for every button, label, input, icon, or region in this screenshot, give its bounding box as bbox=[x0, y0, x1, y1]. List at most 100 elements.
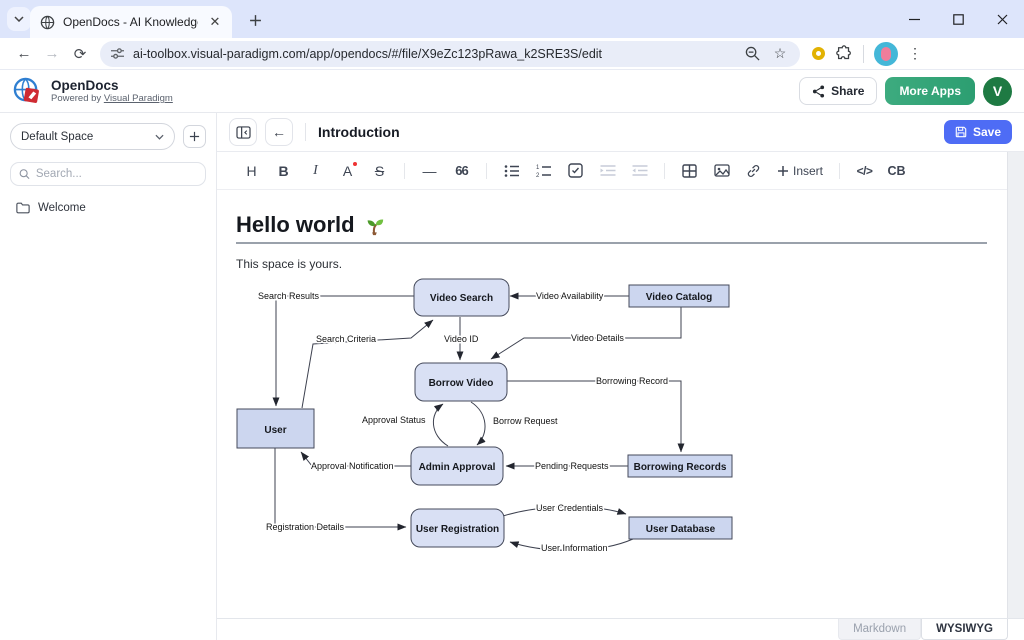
browser-window: OpenDocs - AI Knowledge Base ✕ ← → ⟳ ai-… bbox=[0, 0, 1024, 640]
image-button[interactable] bbox=[711, 160, 732, 182]
node-label: User bbox=[264, 425, 286, 436]
link-button[interactable] bbox=[743, 160, 764, 182]
search-icon bbox=[19, 168, 30, 180]
close-icon bbox=[997, 14, 1008, 25]
edge-label: Pending Requests bbox=[535, 461, 609, 471]
numbered-list-icon: 12 bbox=[536, 164, 552, 178]
code-block-button[interactable]: CB bbox=[886, 160, 907, 182]
heading-button[interactable]: H bbox=[241, 160, 262, 182]
more-apps-button[interactable]: More Apps bbox=[885, 77, 975, 105]
browser-tab[interactable]: OpenDocs - AI Knowledge Base ✕ bbox=[30, 6, 232, 38]
bold-button[interactable]: B bbox=[273, 160, 294, 182]
tab-search-button[interactable] bbox=[7, 7, 31, 31]
insert-button[interactable]: Insert bbox=[775, 164, 825, 178]
heading-text: Hello world bbox=[236, 212, 355, 238]
sidebar-item-welcome[interactable]: Welcome bbox=[10, 198, 206, 218]
horizontal-rule-button[interactable]: — bbox=[419, 160, 440, 182]
seedling-emoji bbox=[363, 214, 385, 236]
link-icon bbox=[746, 164, 761, 178]
node-label: Borrowing Records bbox=[634, 462, 727, 473]
edge-borrow-request bbox=[471, 402, 485, 445]
extension-badge-icon[interactable] bbox=[812, 47, 825, 60]
italic-button[interactable]: I bbox=[305, 160, 326, 182]
back-nav-button[interactable]: ← bbox=[265, 118, 293, 146]
edge-label: User Credentials bbox=[536, 503, 604, 513]
indent-button[interactable] bbox=[597, 160, 618, 182]
editor-status-bar: Markdown WYSIWYG bbox=[217, 618, 1024, 640]
save-floppy-icon bbox=[955, 126, 967, 138]
edge-label: Borrow Request bbox=[493, 416, 558, 426]
plus-icon bbox=[777, 165, 789, 177]
url-field[interactable]: ai-toolbox.visual-paradigm.com/app/opend… bbox=[100, 41, 800, 67]
minimize-button[interactable] bbox=[892, 0, 936, 38]
folder-icon bbox=[16, 202, 30, 214]
bookmark-star-icon[interactable]: ☆ bbox=[770, 44, 790, 64]
close-button[interactable] bbox=[980, 0, 1024, 38]
editor-content[interactable]: Hello world This space is yours. bbox=[217, 190, 1007, 618]
node-label: Admin Approval bbox=[419, 462, 496, 473]
table-button[interactable] bbox=[679, 160, 700, 182]
text-color-label: A bbox=[343, 163, 352, 179]
edge-label: Approval Notification bbox=[311, 461, 394, 471]
toggle-sidebar-button[interactable] bbox=[229, 118, 257, 146]
sidebar: Default Space Welcome Introduction bbox=[0, 113, 217, 640]
save-button[interactable]: Save bbox=[944, 120, 1012, 144]
task-list-button[interactable] bbox=[565, 160, 586, 182]
space-selector-row: Default Space bbox=[0, 113, 216, 158]
outdent-button[interactable] bbox=[629, 160, 650, 182]
user-avatar[interactable]: V bbox=[983, 77, 1012, 106]
svg-text:2: 2 bbox=[536, 173, 540, 178]
numbered-list-button[interactable]: 12 bbox=[533, 160, 554, 182]
browser-tabstrip: OpenDocs - AI Knowledge Base ✕ bbox=[0, 0, 1024, 38]
edge-registration-details bbox=[275, 448, 406, 527]
strikethrough-button[interactable]: S bbox=[369, 160, 390, 182]
blockquote-button[interactable]: 66 bbox=[451, 160, 472, 182]
brand-text: OpenDocs Powered by Visual Paradigm bbox=[51, 78, 173, 104]
outdent-icon bbox=[632, 164, 648, 177]
share-button[interactable]: Share bbox=[799, 77, 877, 105]
app-brand: OpenDocs Powered by Visual Paradigm bbox=[12, 76, 173, 107]
new-tab-button[interactable] bbox=[244, 9, 266, 31]
browser-profile-avatar[interactable] bbox=[874, 42, 898, 66]
edge-label: Search Results bbox=[258, 291, 320, 301]
text-color-button[interactable]: A bbox=[337, 160, 358, 182]
zoom-out-icon[interactable] bbox=[742, 44, 762, 64]
window-controls bbox=[892, 0, 1024, 38]
reload-button[interactable]: ⟳ bbox=[66, 40, 94, 68]
table-icon bbox=[682, 164, 697, 178]
plus-icon bbox=[189, 131, 200, 142]
tab-title: OpenDocs - AI Knowledge Base bbox=[63, 15, 198, 29]
extensions-puzzle-icon[interactable] bbox=[835, 45, 853, 63]
space-selector[interactable]: Default Space bbox=[10, 123, 175, 150]
search-input[interactable] bbox=[36, 168, 197, 180]
tab-markdown[interactable]: Markdown bbox=[838, 619, 921, 640]
browser-menu-icon[interactable]: ⋮ bbox=[908, 45, 922, 62]
insert-label: Insert bbox=[793, 164, 823, 178]
share-label: Share bbox=[831, 84, 864, 98]
image-icon bbox=[714, 164, 730, 177]
edge-approval-status bbox=[433, 404, 448, 446]
powered-by-prefix: Powered by bbox=[51, 93, 104, 104]
maximize-icon bbox=[953, 14, 964, 25]
opendocs-logo-icon bbox=[12, 76, 43, 107]
tab-wysiwyg[interactable]: WYSIWYG bbox=[921, 619, 1008, 640]
dataflow-diagram: Video Search Video Catalog Borrow Video … bbox=[236, 274, 756, 564]
back-button[interactable]: ← bbox=[10, 40, 38, 68]
color-dot-icon bbox=[353, 162, 357, 166]
powered-by: Powered by Visual Paradigm bbox=[51, 93, 173, 104]
inline-code-button[interactable]: </> bbox=[854, 160, 875, 182]
document-heading: Hello world bbox=[236, 212, 987, 244]
node-label: Video Search bbox=[430, 293, 493, 304]
visual-paradigm-link[interactable]: Visual Paradigm bbox=[104, 93, 173, 104]
chevron-down-icon bbox=[155, 134, 164, 140]
sidebar-search[interactable] bbox=[10, 162, 206, 186]
document-paragraph: This space is yours. bbox=[236, 257, 987, 271]
maximize-button[interactable] bbox=[936, 0, 980, 38]
divider bbox=[863, 45, 864, 63]
add-space-button[interactable] bbox=[183, 125, 206, 148]
forward-button[interactable]: → bbox=[38, 40, 66, 68]
svg-text:1: 1 bbox=[536, 165, 540, 171]
bullet-list-button[interactable] bbox=[501, 160, 522, 182]
editor-scrollbar[interactable] bbox=[1007, 152, 1024, 618]
tab-close-icon[interactable]: ✕ bbox=[206, 13, 224, 31]
